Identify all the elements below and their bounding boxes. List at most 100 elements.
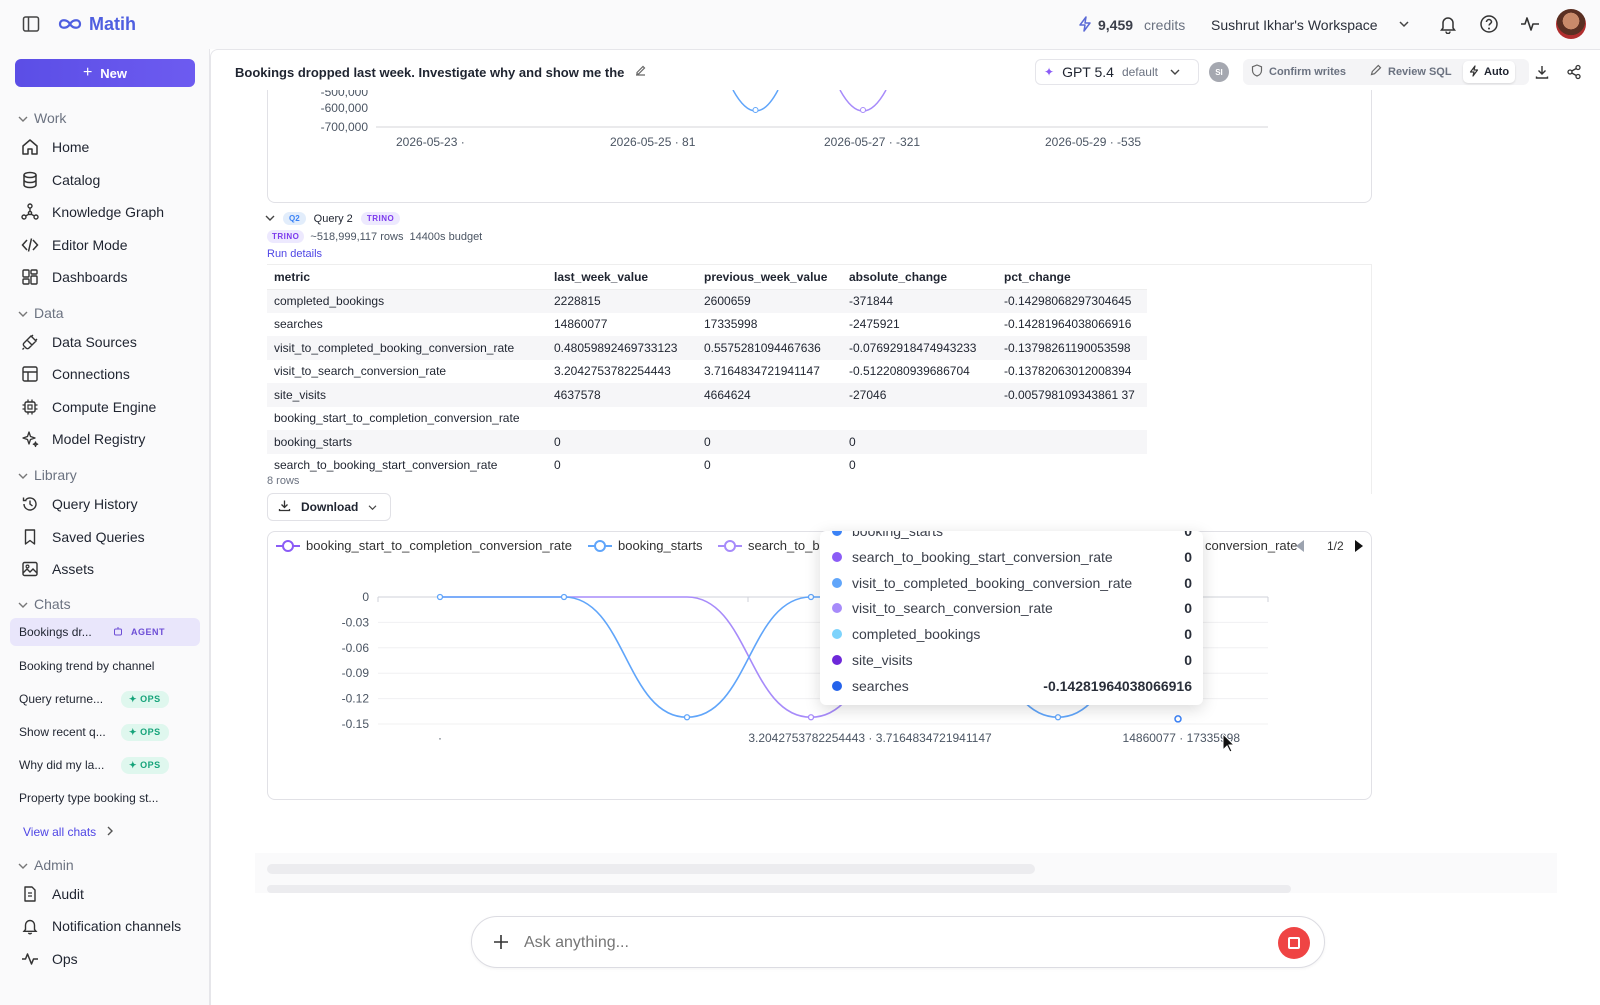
composer[interactable] [471,916,1325,968]
table-row[interactable]: visit_to_completed_booking_conversion_ra… [267,336,1147,360]
table-row[interactable]: booking_start_to_completion_conversion_r… [267,407,1147,431]
download-icon[interactable] [1534,64,1550,85]
ops-badge: ✦ OPS [121,756,169,774]
chat-item[interactable]: Show recent q... ✦ OPS [10,718,200,746]
activity-icon[interactable] [1520,14,1540,34]
table-row[interactable]: completed_bookings 2228815 2600659 -371844-… [267,289,1147,313]
workspace-switcher[interactable]: Sushrut Ikhar's Workspace [1211,17,1378,33]
share-icon[interactable] [1566,64,1582,85]
nav-connections[interactable]: Connections [20,359,200,389]
nav-dashboards[interactable]: Dashboards [20,262,200,292]
app-name[interactable]: Matih [89,14,136,35]
table-row[interactable]: booking_starts 0 0 0 [267,430,1147,454]
column-header[interactable]: metric [267,265,547,290]
nav-assets[interactable]: Assets [20,554,200,584]
column-header[interactable]: absolute_change [842,265,997,290]
nav-home[interactable]: Home [20,132,200,162]
chevron-down-icon [265,213,275,225]
legend-marker [724,540,736,552]
nav-notification-channels[interactable]: Notification channels [20,911,200,941]
nav-catalog[interactable]: Catalog [20,165,200,195]
section-data[interactable]: Data [18,305,64,321]
download-button[interactable]: Download [267,493,391,521]
ops-badge-label: OPS [140,726,161,737]
skeleton-bar [267,885,1291,893]
stop-button[interactable] [1278,927,1310,959]
section-chats[interactable]: Chats [18,596,71,612]
nav-saved-queries[interactable]: Saved Queries [20,522,200,552]
table-row[interactable]: searches 14860077 17335998 -2475921 -0.14281… [267,313,1147,337]
nav-audit[interactable]: Audit [20,879,200,909]
chat-item-active[interactable]: Bookings dr... AGENT [10,618,200,646]
table-row[interactable]: search_to_booking_start_conversion_rate 0… [267,454,1147,478]
legend-item[interactable]: booking_starts [588,538,703,553]
auto-toggle[interactable]: Auto [1463,61,1516,83]
column-header[interactable]: pct_change [997,265,1147,290]
bell-icon[interactable] [1438,14,1458,34]
table-cell [547,407,697,431]
tooltip-series-name: search_to_booking_start_conversion_rate [852,548,1113,565]
table-cell: booking_starts [267,430,547,454]
table-cell: -0.005798109343861 37 [997,383,1147,407]
user-avatar[interactable] [1556,9,1586,39]
chat-item[interactable]: Property type booking st... [10,784,200,812]
series-dot [832,680,842,691]
nav-editor-mode[interactable]: Editor Mode [20,230,200,260]
sidebar-toggle-icon[interactable] [22,15,40,33]
cpu-icon [20,397,40,417]
nav-knowledge-graph[interactable]: Knowledge Graph [20,197,200,227]
table-cell [997,454,1147,478]
x-tick-label: 2026-05-27 · -321 [824,135,920,149]
nav-ops[interactable]: Ops [20,944,200,974]
view-all-chats-link[interactable]: View all chats [23,825,114,839]
section-library[interactable]: Library [18,467,77,483]
nav-query-history[interactable]: Query History [20,489,200,519]
stop-icon [1288,937,1300,949]
new-button[interactable]: + New [15,59,195,87]
tooltip-series-name: searches [852,677,909,694]
document-icon [20,884,40,904]
legend-item[interactable]: search_to_b [718,538,820,553]
model-selector[interactable]: ✦ GPT 5.4 default [1035,59,1199,85]
legend-next-icon[interactable] [1355,540,1363,552]
view-all-chats-label: View all chats [23,825,97,839]
query-header[interactable]: Q2 Query 2 TRINO [265,212,401,225]
y-tick-label: -0.03 [342,615,370,629]
chat-item[interactable]: Booking trend by channel [10,652,200,680]
table-row[interactable]: site_visits 4637578 4664624 -27046 -0.005798… [267,383,1147,407]
plus-icon[interactable] [492,933,510,956]
model-name: GPT 5.4 [1062,64,1114,80]
nav-compute-engine[interactable]: Compute Engine [20,392,200,422]
chevron-down-icon[interactable] [1398,19,1410,29]
chat-item[interactable]: Query returne... ✦ OPS [10,685,200,713]
section-admin[interactable]: Admin [18,857,74,873]
tooltip-row: visit_to_completed_booking_conversion_ra… [832,572,1192,594]
table-row[interactable]: visit_to_search_conversion_rate 3.2042753… [267,360,1147,384]
section-work[interactable]: Work [18,110,66,126]
confirm-writes-toggle[interactable]: Confirm writes [1251,64,1346,80]
help-icon[interactable] [1479,14,1499,34]
nav-knowledge-graph-label: Knowledge Graph [52,204,165,220]
ask-input[interactable] [524,931,1224,955]
user-initials-avatar[interactable]: SI [1209,62,1229,82]
nav-data-sources[interactable]: Data Sources [20,327,200,357]
column-header[interactable]: last_week_value [547,265,697,290]
review-sql-toggle[interactable]: Review SQL [1370,64,1452,79]
tooltip-row: search_to_booking_start_conversion_rate 0 [832,546,1192,568]
chat-item[interactable]: Why did my la... ✦ OPS [10,751,200,779]
run-details-link[interactable]: Run details [267,248,322,260]
edit-icon[interactable] [634,64,647,80]
history-icon [20,494,40,514]
ops-icon: ✦ [129,759,138,770]
data-point [1054,714,1062,721]
legend-item[interactable]: booking_start_to_completion_conversion_r… [276,538,572,553]
y-tick-label: -0.12 [342,692,370,706]
tooltip-series-name: completed_bookings [852,626,981,643]
bookmark-icon [20,527,40,547]
nav-model-registry[interactable]: Model Registry [20,424,200,454]
section-work-label: Work [34,110,67,126]
download-icon [278,499,291,515]
result-table: metric last_week_value previous_week_val… [267,265,1147,477]
column-header[interactable]: previous_week_value [697,265,842,290]
table-cell: 14860077 [554,317,608,332]
